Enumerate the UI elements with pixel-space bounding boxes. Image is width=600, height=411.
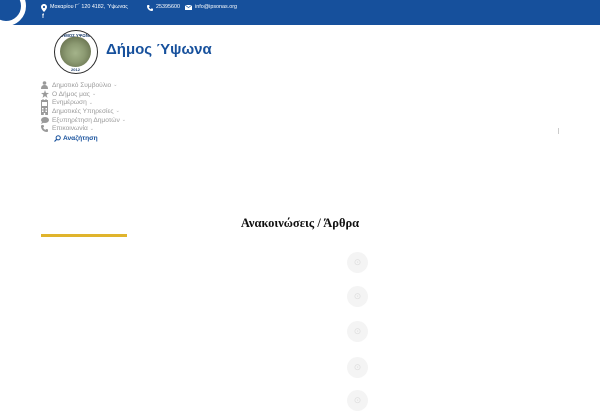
chevron-down-icon: ⌄	[89, 125, 94, 132]
phone-icon	[40, 125, 49, 133]
faded-circle-icon: ⊙	[347, 357, 368, 378]
email-text: info@ipsonas.org	[195, 4, 238, 10]
location-pin-icon	[41, 3, 47, 12]
building-icon	[40, 107, 49, 116]
faded-circle-icon: ⊙	[347, 286, 368, 307]
chevron-down-icon: ⌄	[88, 99, 93, 106]
municipality-logo[interactable]: ΔΗΜΟΣ ΥΨΩΝΑ 2012	[54, 30, 98, 74]
nav-label: Δημοτικό Συμβούλιο	[52, 81, 112, 89]
main-nav: Δημοτικό Συμβούλιο ⌄ Ο Δήμος μας ⌄ Ενημέ…	[40, 81, 240, 143]
nav-label: Ενημέρωση	[52, 99, 87, 107]
logo-text: ΔΗΜΟΣ ΥΨΩΝΑ	[59, 33, 92, 38]
nav-item-news[interactable]: Ενημέρωση ⌄	[40, 98, 240, 107]
nav-label: Δημοτικές Υπηρεσίες	[52, 107, 114, 115]
nav-item-our-municipality[interactable]: Ο Δήμος μας ⌄	[40, 90, 240, 99]
nav-label: Εξυπηρέτηση Δημοτών	[52, 116, 120, 124]
header: ΔΗΜΟΣ ΥΨΩΝΑ 2012 Δήμος Ύψωνα	[0, 25, 600, 80]
search-link[interactable]: Αναζήτηση	[54, 134, 240, 143]
top-bar: Μακαρίου Γ΄ 120 4182, Ύψωνας 25395600 in…	[0, 0, 600, 25]
faded-circle-icon: ⊙	[347, 321, 368, 342]
faded-circle-icon: ⊙	[347, 390, 368, 411]
chevron-down-icon: ⌄	[115, 108, 120, 115]
logo-year: 2012	[71, 67, 80, 72]
chevron-down-icon: ⌄	[121, 117, 126, 124]
phone-text: 25395600	[156, 4, 180, 10]
chat-icon	[40, 116, 49, 124]
logo-emblem	[60, 36, 91, 67]
nav-item-citizen-services[interactable]: Εξυπηρέτηση Δημοτών ⌄	[40, 116, 240, 125]
facebook-icon[interactable]: f	[42, 13, 44, 22]
calendar-icon	[40, 98, 49, 107]
address-text: Μακαρίου Γ΄ 120 4182, Ύψωνας	[50, 4, 128, 10]
nav-item-contact[interactable]: Επικοινωνία ⌄	[40, 124, 240, 133]
nav-item-municipal-council[interactable]: Δημοτικό Συμβούλιο ⌄	[40, 81, 240, 90]
star-icon	[40, 90, 49, 98]
decorative-ring	[0, 0, 26, 25]
faded-circle-icon: ⊙	[347, 252, 368, 273]
nav-label: Ο Δήμος μας	[52, 90, 90, 98]
chevron-down-icon: ⌄	[113, 82, 118, 89]
divider	[558, 128, 559, 134]
phone-icon	[147, 4, 153, 11]
chevron-down-icon: ⌄	[91, 91, 97, 98]
section-title: Ανακοινώσεις / Άρθρα	[240, 216, 360, 230]
phone-info[interactable]: 25395600	[147, 2, 180, 13]
email-info[interactable]: info@ipsonas.org	[185, 2, 237, 13]
address-info: Μακαρίου Γ΄ 120 4182, Ύψωνας	[41, 2, 128, 13]
accent-underline	[41, 234, 127, 237]
search-label: Αναζήτηση	[63, 134, 98, 142]
site-title[interactable]: Δήμος Ύψωνα	[106, 41, 212, 58]
nav-label: Επικοινωνία	[52, 125, 88, 133]
envelope-icon	[185, 5, 192, 10]
person-icon	[40, 81, 49, 90]
nav-item-municipal-services[interactable]: Δημοτικές Υπηρεσίες ⌄	[40, 107, 240, 116]
search-icon	[54, 134, 61, 142]
